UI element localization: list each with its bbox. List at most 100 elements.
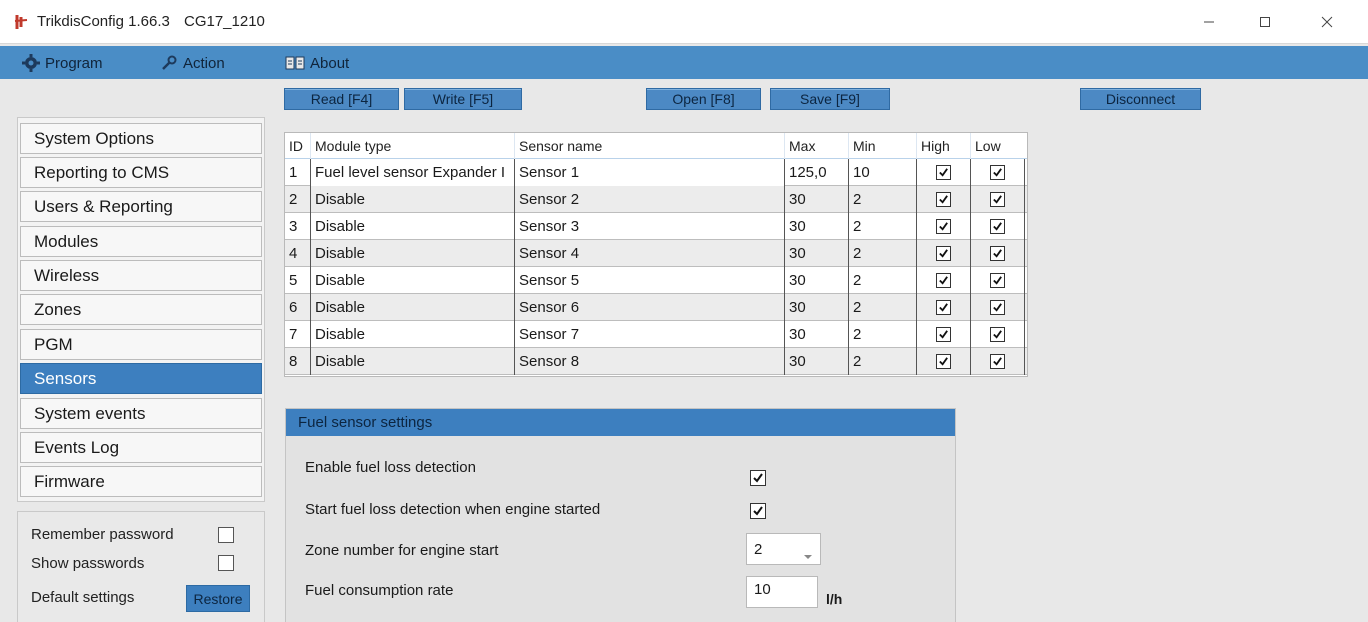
- sidebar-item-firmware[interactable]: Firmware: [20, 466, 262, 497]
- cell-max[interactable]: 30: [785, 213, 849, 240]
- sidebar-item-wireless[interactable]: Wireless: [20, 260, 262, 291]
- show-passwords-checkbox[interactable]: [218, 555, 234, 571]
- table-row[interactable]: 2 Disable Sensor 2 30 2: [285, 186, 1027, 213]
- read-button[interactable]: Read [F4]: [284, 88, 399, 110]
- low-checkbox[interactable]: [990, 300, 1005, 315]
- sidebar-item-events-log[interactable]: Events Log: [20, 432, 262, 463]
- save-button[interactable]: Save [F9]: [770, 88, 890, 110]
- cell-min[interactable]: 2: [849, 267, 917, 294]
- fuel-consumption-label: Fuel consumption rate: [305, 582, 454, 599]
- cell-module-type[interactable]: Disable: [311, 267, 515, 294]
- table-row[interactable]: 7 Disable Sensor 7 30 2: [285, 321, 1027, 348]
- sidebar-item-zones[interactable]: Zones: [20, 294, 262, 325]
- enable-fuel-loss-checkbox[interactable]: [750, 470, 766, 486]
- cell-id: 2: [285, 186, 311, 213]
- cell-max[interactable]: 30: [785, 267, 849, 294]
- cell-module-type[interactable]: Disable: [311, 321, 515, 348]
- low-checkbox[interactable]: [990, 354, 1005, 369]
- low-checkbox[interactable]: [990, 165, 1005, 180]
- table-row[interactable]: 5 Disable Sensor 5 30 2: [285, 267, 1027, 294]
- cell-min[interactable]: 2: [849, 294, 917, 321]
- sidebar-item-system-options[interactable]: System Options: [20, 123, 262, 154]
- write-button[interactable]: Write [F5]: [404, 88, 522, 110]
- high-checkbox[interactable]: [936, 246, 951, 261]
- low-checkbox[interactable]: [990, 246, 1005, 261]
- enable-fuel-loss-label: Enable fuel loss detection: [305, 459, 476, 476]
- maximize-button[interactable]: [1242, 8, 1288, 36]
- open-button[interactable]: Open [F8]: [646, 88, 761, 110]
- table-row[interactable]: 4 Disable Sensor 4 30 2: [285, 240, 1027, 267]
- col-high-header: High: [917, 133, 971, 159]
- sidebar-item-system-events[interactable]: System events: [20, 398, 262, 429]
- low-checkbox[interactable]: [990, 219, 1005, 234]
- cell-max[interactable]: 30: [785, 321, 849, 348]
- cell-module-type[interactable]: Disable: [311, 240, 515, 267]
- cell-id: 8: [285, 348, 311, 375]
- cell-sensor-name[interactable]: Sensor 7: [515, 321, 785, 348]
- cell-min[interactable]: 10: [849, 159, 917, 186]
- cell-high: [917, 267, 971, 294]
- cell-max[interactable]: 30: [785, 240, 849, 267]
- cell-sensor-name[interactable]: Sensor 8: [515, 348, 785, 375]
- menu-program-label: Program: [45, 54, 103, 72]
- start-on-engine-checkbox[interactable]: [750, 503, 766, 519]
- cell-high: [917, 213, 971, 240]
- high-checkbox[interactable]: [936, 354, 951, 369]
- cell-module-type[interactable]: Disable: [311, 213, 515, 240]
- cell-sensor-name[interactable]: Sensor 6: [515, 294, 785, 321]
- cell-max[interactable]: 125,0: [785, 159, 849, 186]
- sidebar-item-users-reporting[interactable]: Users & Reporting: [20, 191, 262, 222]
- cell-id: 6: [285, 294, 311, 321]
- cell-min[interactable]: 2: [849, 186, 917, 213]
- restore-button[interactable]: Restore: [186, 585, 250, 612]
- cell-max[interactable]: 30: [785, 348, 849, 375]
- remember-password-checkbox[interactable]: [218, 527, 234, 543]
- cell-sensor-name[interactable]: Sensor 1: [515, 159, 785, 186]
- cell-module-type[interactable]: Disable: [311, 348, 515, 375]
- minimize-button[interactable]: [1186, 8, 1232, 36]
- cell-module-type[interactable]: Fuel level sensor Expander I: [311, 159, 515, 186]
- col-max-header: Max: [785, 133, 849, 159]
- high-checkbox[interactable]: [936, 273, 951, 288]
- table-row[interactable]: 8 Disable Sensor 8 30 2: [285, 348, 1027, 375]
- book-icon: [285, 55, 305, 71]
- high-checkbox[interactable]: [936, 300, 951, 315]
- cell-min[interactable]: 2: [849, 348, 917, 375]
- menu-action[interactable]: Action: [160, 52, 225, 74]
- low-checkbox[interactable]: [990, 192, 1005, 207]
- cell-min[interactable]: 2: [849, 240, 917, 267]
- high-checkbox[interactable]: [936, 219, 951, 234]
- sidebar-item-modules[interactable]: Modules: [20, 226, 262, 257]
- cell-min[interactable]: 2: [849, 321, 917, 348]
- table-row[interactable]: 6 Disable Sensor 6 30 2: [285, 294, 1027, 321]
- high-checkbox[interactable]: [936, 192, 951, 207]
- menu-program[interactable]: Program: [22, 52, 103, 74]
- cell-max[interactable]: 30: [785, 186, 849, 213]
- cell-sensor-name[interactable]: Sensor 5: [515, 267, 785, 294]
- table-row[interactable]: 1 Fuel level sensor Expander I Sensor 1 125…: [285, 159, 1027, 186]
- cell-module-type[interactable]: Disable: [311, 294, 515, 321]
- cell-sensor-name[interactable]: Sensor 3: [515, 213, 785, 240]
- cell-module-type[interactable]: Disable: [311, 186, 515, 213]
- table-row[interactable]: 3 Disable Sensor 3 30 2: [285, 213, 1027, 240]
- gear-icon: [22, 54, 40, 72]
- sidebar-item-pgm[interactable]: PGM: [20, 329, 262, 360]
- close-button[interactable]: [1304, 8, 1350, 36]
- low-checkbox[interactable]: [990, 327, 1005, 342]
- high-checkbox[interactable]: [936, 327, 951, 342]
- low-checkbox[interactable]: [990, 273, 1005, 288]
- sidebar-item-sensors[interactable]: Sensors: [20, 363, 262, 394]
- fuel-consumption-input[interactable]: 10: [746, 576, 818, 608]
- cell-min[interactable]: 2: [849, 213, 917, 240]
- high-checkbox[interactable]: [936, 165, 951, 180]
- zone-number-select[interactable]: 2: [746, 533, 821, 565]
- cell-sensor-name[interactable]: Sensor 2: [515, 186, 785, 213]
- cell-high: [917, 186, 971, 213]
- disconnect-button[interactable]: Disconnect: [1080, 88, 1201, 110]
- sidebar-item-reporting-to-cms[interactable]: Reporting to CMS: [20, 157, 262, 188]
- menu-about[interactable]: About: [285, 52, 349, 74]
- cell-max[interactable]: 30: [785, 294, 849, 321]
- checkmark-icon: [939, 168, 948, 177]
- cell-sensor-name[interactable]: Sensor 4: [515, 240, 785, 267]
- checkmark-icon: [939, 195, 948, 204]
